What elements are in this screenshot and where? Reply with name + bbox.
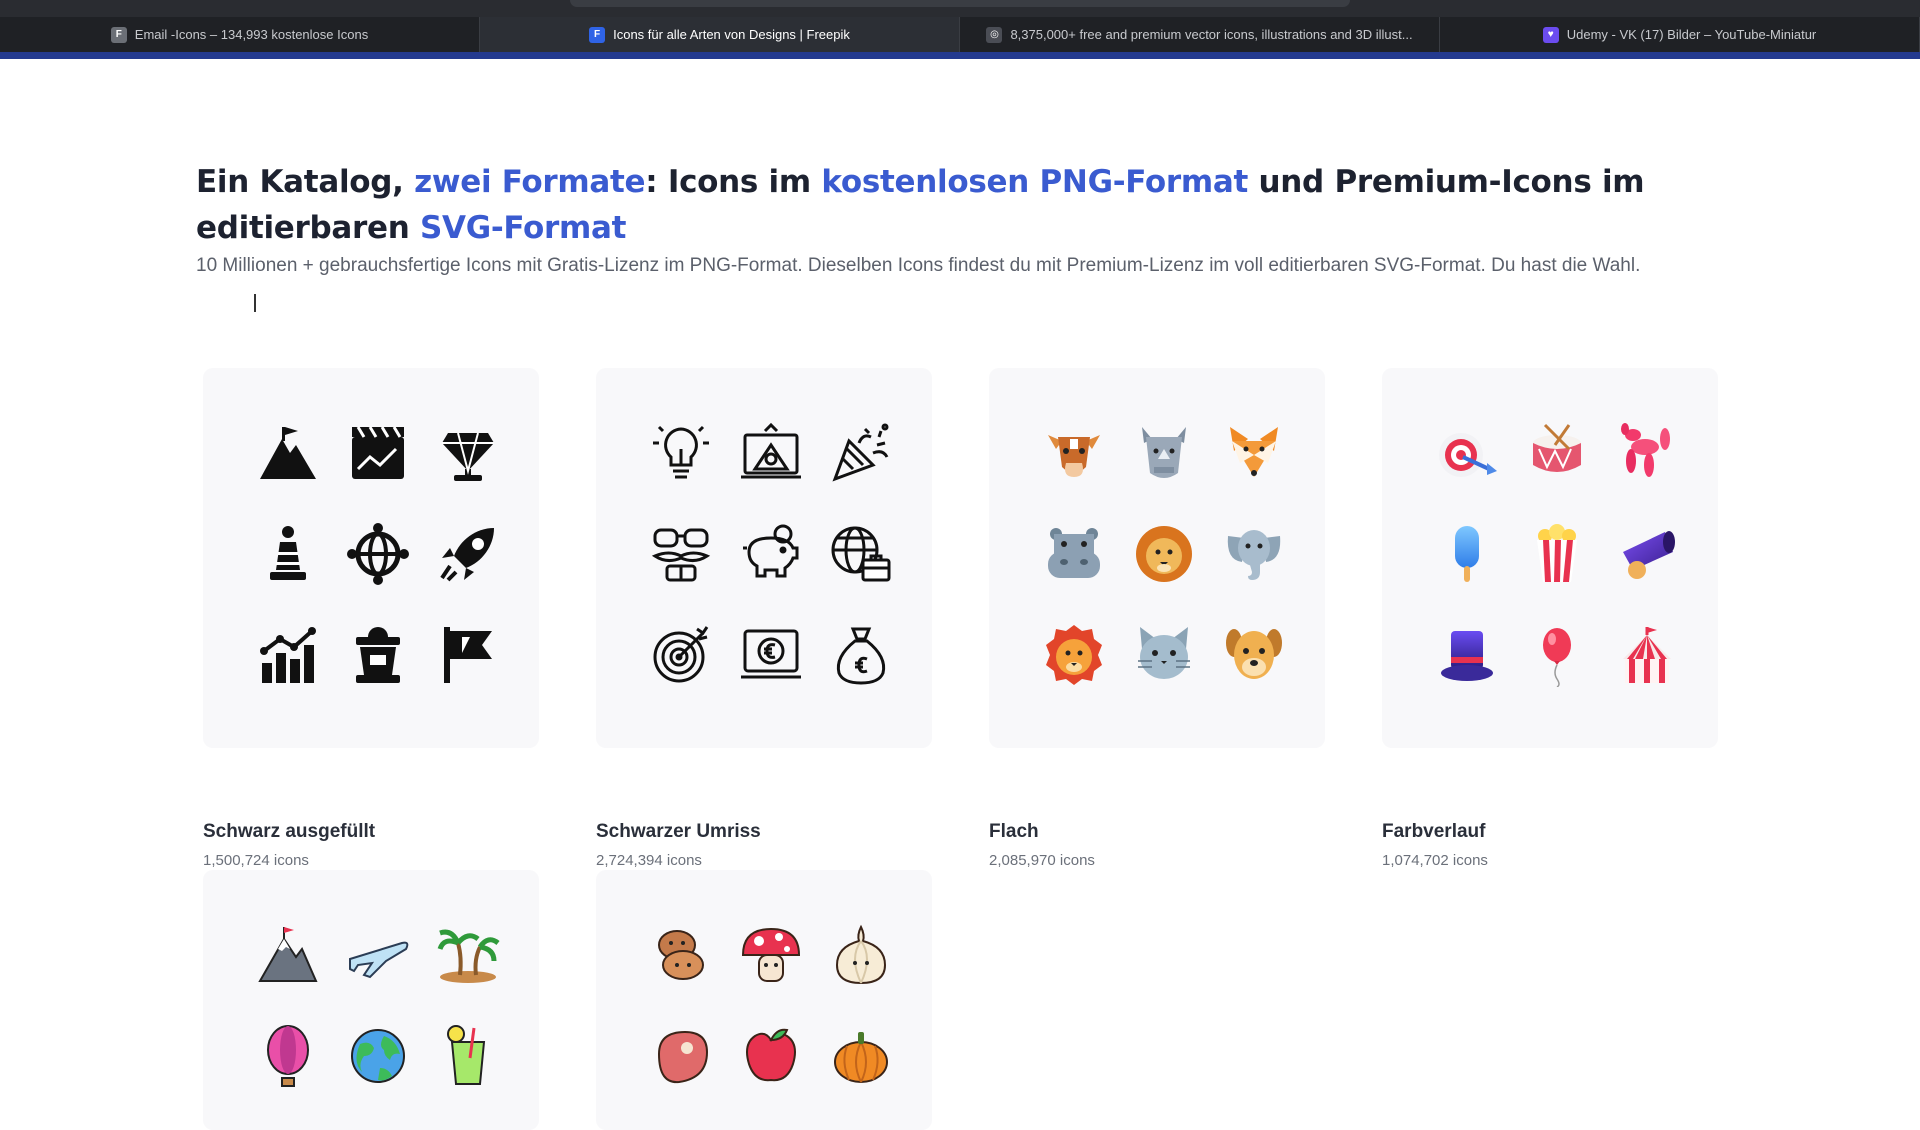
airplane-icon xyxy=(333,910,423,1000)
heart-favicon-icon: ♥ xyxy=(1542,26,1559,43)
globe-briefcase-icon xyxy=(816,509,906,599)
hot-air-balloon-icon xyxy=(243,1011,333,1101)
dog-icon xyxy=(1209,610,1299,700)
glasses-mustache-icon xyxy=(636,509,726,599)
tab-label: Icons für alle Arten von Designs | Freep… xyxy=(613,27,850,42)
category-card-lineal-color[interactable] xyxy=(203,870,539,1130)
target-dart-icon xyxy=(1422,408,1512,498)
drum-icon xyxy=(1512,408,1602,498)
category-title[interactable]: Farbverlauf xyxy=(1382,821,1485,843)
cat-icon xyxy=(1119,610,1209,700)
browser-tab-email-icons[interactable]: F Email -Icons – 134,993 kostenlose Icon… xyxy=(0,17,480,52)
category-count: 1,500,724 icons xyxy=(203,852,309,869)
text-cursor xyxy=(254,294,256,312)
diamond-trophy-icon xyxy=(423,408,513,498)
browser-tab-vector-icons[interactable]: ◎ 8,375,000+ free and premium vector ico… xyxy=(960,17,1440,52)
mountain-icon xyxy=(243,910,333,1000)
flag-icon xyxy=(423,610,513,700)
category-card-flat[interactable] xyxy=(989,368,1325,748)
tab-label: Email -Icons – 134,993 kostenlose Icons xyxy=(134,27,369,42)
balloon-dog-icon xyxy=(1602,408,1692,498)
cocktail-icon xyxy=(423,1011,513,1101)
popsicle-icon xyxy=(1422,509,1512,599)
piggy-bank-icon xyxy=(726,509,816,599)
cow-icon xyxy=(1029,408,1119,498)
top-hat-icon xyxy=(1422,610,1512,700)
lightbulb-icon xyxy=(636,408,726,498)
steak-icon xyxy=(636,1011,726,1101)
browser-tab-bar: F Email -Icons – 134,993 kostenlose Icon… xyxy=(0,0,1920,52)
party-popper-icon xyxy=(816,408,906,498)
fox-icon xyxy=(1209,408,1299,498)
mushroom-icon xyxy=(726,910,816,1000)
category-title[interactable]: Schwarz ausgefüllt xyxy=(203,821,375,843)
target-arrow-icon xyxy=(636,610,726,700)
globe-icon xyxy=(333,1011,423,1101)
site-header-strip xyxy=(0,52,1920,59)
category-count: 1,074,702 icons xyxy=(1382,852,1488,869)
lion-head-icon xyxy=(1119,509,1209,599)
rocket-icon xyxy=(423,509,513,599)
category-card-kawaii[interactable] xyxy=(596,870,932,1130)
heading-text: : Icons im xyxy=(645,164,822,200)
apple-icon xyxy=(726,1011,816,1101)
heading-highlight: SVG-Format xyxy=(419,210,627,246)
category-count: 2,724,394 icons xyxy=(596,852,702,869)
category-title[interactable]: Schwarzer Umriss xyxy=(596,821,761,843)
page-content: Ein Katalog, zwei Formate: Icons im kost… xyxy=(0,59,1920,1130)
browser-tabs: F Email -Icons – 134,993 kostenlose Icon… xyxy=(0,17,1920,52)
global-network-icon xyxy=(333,509,423,599)
cannon-icon xyxy=(1602,509,1692,599)
pumpkin-icon xyxy=(816,1011,906,1101)
address-bar[interactable] xyxy=(570,0,1350,7)
podium-icon xyxy=(333,610,423,700)
category-count: 2,085,970 icons xyxy=(989,852,1095,869)
bar-chart-growth-icon xyxy=(243,610,333,700)
chess-pawn-icon xyxy=(243,509,333,599)
balloon-icon xyxy=(1512,610,1602,700)
heading-highlight: kostenlosen PNG-Format xyxy=(821,164,1249,200)
money-bag-euro-icon xyxy=(816,610,906,700)
palm-island-icon xyxy=(423,910,513,1000)
rhino-icon xyxy=(1119,408,1209,498)
category-card-gradient[interactable] xyxy=(1382,368,1718,748)
tab-label: 8,375,000+ free and premium vector icons… xyxy=(1010,27,1413,42)
laptop-money-icon xyxy=(726,408,816,498)
circus-tent-icon xyxy=(1602,610,1692,700)
freepik-favicon-icon: F xyxy=(589,26,606,43)
browser-tab-udemy[interactable]: ♥ Udemy - VK (17) Bilder – YouTube-Minia… xyxy=(1440,17,1920,52)
potato-icon xyxy=(636,910,726,1000)
category-card-black-outline[interactable] xyxy=(596,368,932,748)
category-card-black-filled[interactable] xyxy=(203,368,539,748)
mountain-flag-icon xyxy=(243,408,333,498)
clapperboard-chart-icon xyxy=(333,408,423,498)
hippo-icon xyxy=(1029,509,1119,599)
browser-tab-freepik-icons[interactable]: F Icons für alle Arten von Designs | Fre… xyxy=(480,17,960,52)
euro-laptop-icon xyxy=(726,610,816,700)
camera-favicon-icon: ◎ xyxy=(986,26,1003,43)
section-subtitle: 10 Millionen + gebrauchsfertige Icons mi… xyxy=(196,255,1641,276)
freepik-favicon-icon: F xyxy=(110,26,127,43)
popcorn-icon xyxy=(1512,509,1602,599)
category-title[interactable]: Flach xyxy=(989,821,1039,843)
garlic-icon xyxy=(816,910,906,1000)
tab-label: Udemy - VK (17) Bilder – YouTube-Miniatu… xyxy=(1566,27,1817,42)
section-heading: Ein Katalog, zwei Formate: Icons im kost… xyxy=(196,159,1696,251)
elephant-icon xyxy=(1209,509,1299,599)
heading-highlight: zwei Formate xyxy=(414,164,646,200)
lion-icon xyxy=(1029,610,1119,700)
heading-text: Ein Katalog, xyxy=(196,164,415,200)
